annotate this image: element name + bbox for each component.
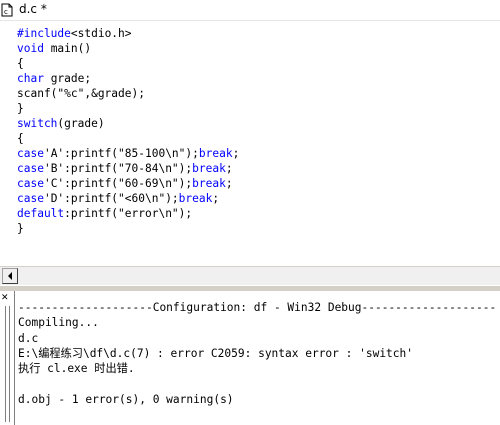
code-line[interactable]: char grade; [17,71,91,86]
code-text: } [17,102,24,115]
close-icon[interactable]: ✕ [1,294,9,303]
code-line[interactable]: case'A':printf("85-100\n");break; [17,146,239,161]
code-line[interactable]: #include<stdio.h> [17,26,132,41]
code-text: <stdio.h> [70,27,132,40]
code-text: (grade) [57,117,105,130]
build-output-text[interactable]: --------------------Configuration: df - … [14,291,500,425]
code-text: { [17,132,24,145]
code-text: main() [43,42,92,55]
code-keyword: default [17,207,65,220]
code-line[interactable]: default:printf("error\n"); [17,206,192,221]
code-keyword: #include [17,27,71,40]
code-line[interactable]: void main() [17,41,91,56]
code-keyword: break [192,162,226,175]
code-text: grade; [43,72,92,85]
c-source-file-icon: c [1,3,13,17]
code-text: ; [225,162,233,175]
gripper-bar [6,306,10,422]
code-keyword: char [17,72,44,85]
code-line[interactable]: switch(grade) [17,116,105,131]
scroll-left-arrow-icon [8,272,12,280]
output-panel: ✕ --------------------Configuration: df … [0,291,500,425]
code-line[interactable]: { [17,56,24,71]
code-text: 'C':printf("60-69\n"); [43,177,193,190]
code-keyword: break [198,147,233,160]
code-text: ; [232,147,240,160]
code-line[interactable]: case'D':printf("<60\n");break; [17,191,219,206]
code-text: ; [212,192,220,205]
code-line[interactable]: case'B':printf("70-84\n");break; [17,161,233,176]
document-title: d.c * [19,2,47,16]
code-line[interactable]: scanf("%c",&grade); [17,86,145,101]
code-text: 'D':printf("<60\n"); [43,192,179,205]
code-text: ; [225,177,233,190]
code-keyword: case [17,147,44,160]
editor-title-bar: c d.c * [0,0,500,21]
code-keyword: switch [17,117,58,130]
code-keyword: case [17,162,44,175]
horizontal-scrollbar[interactable] [0,266,500,285]
code-text: :printf("error\n"); [64,207,193,220]
code-keyword: break [192,177,226,190]
code-line[interactable]: { [17,131,24,146]
code-line[interactable]: } [17,221,24,236]
code-line[interactable]: } [17,101,24,116]
output-line: Compiling... [18,316,99,330]
code-line[interactable]: case'C':printf("60-69\n");break; [17,176,233,191]
code-keyword: void [17,42,44,55]
output-line: 执行 cl.exe 时出错. [18,362,135,376]
code-keyword: case [17,177,44,190]
code-editor[interactable]: #include<stdio.h> void main(){char grade;… [0,21,500,266]
scroll-left-button[interactable] [2,268,18,284]
code-text: scanf("%c",&grade); [17,87,145,100]
svg-text:c: c [4,8,8,16]
code-text: 'A':printf("85-100\n"); [43,147,199,160]
code-text: { [17,57,24,70]
output-line: --------------------Configuration: df - … [18,301,497,314]
code-keyword: case [17,192,44,205]
output-line: E:\编程练习\df\d.c(7) : error C2059: syntax … [18,346,413,360]
code-keyword: break [178,192,213,205]
code-text: 'B':printf("70-84\n"); [43,162,193,175]
output-line: d.c [18,331,39,345]
code-text: } [17,222,24,235]
output-panel-gripper[interactable]: ✕ [1,294,10,422]
output-line: d.obj - 1 error(s), 0 warning(s) [18,392,234,406]
